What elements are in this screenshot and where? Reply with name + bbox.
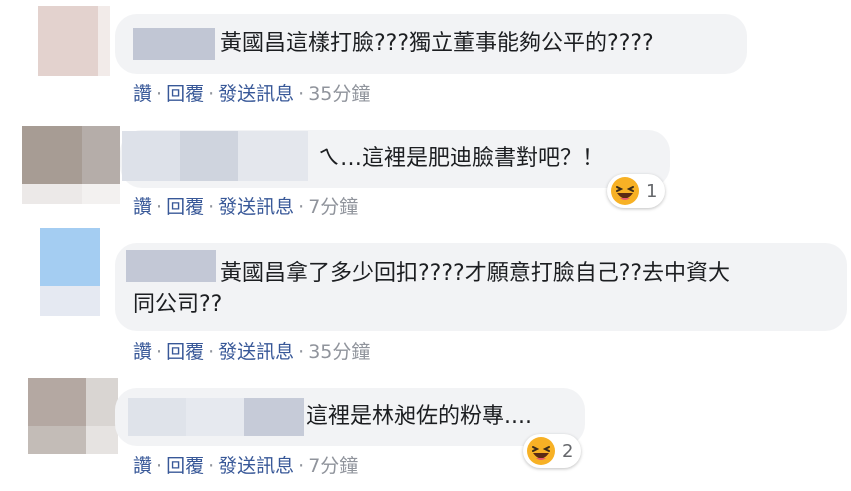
like-link[interactable]: 讚 xyxy=(133,455,152,477)
comment-actions: 讚 · 回覆 · 發送訊息 · 7分鐘 xyxy=(133,452,358,480)
comment-timestamp[interactable]: 7分鐘 xyxy=(308,455,358,477)
separator-dot: · xyxy=(208,455,215,477)
avatar[interactable] xyxy=(28,378,118,454)
send-message-link[interactable]: 發送訊息 xyxy=(218,455,294,477)
comment-item: 這裡是林昶佐的粉專.... 2 讚 · 回覆 · 發送訊息 · 7分鐘 xyxy=(0,0,851,491)
comment-text: 這裡是林昶佐的粉專.... xyxy=(306,404,532,429)
separator-dot: · xyxy=(156,455,163,477)
reply-link[interactable]: 回覆 xyxy=(166,455,204,477)
haha-emoji-icon xyxy=(527,437,555,465)
reaction-count: 2 xyxy=(562,440,574,462)
comment-thread: 黃國昌這樣打臉???獨立董事能夠公平的???? 讚 · 回覆 · 發送訊息 · 35分鐘 ㄟ… xyxy=(0,0,851,491)
commenter-name[interactable] xyxy=(128,398,304,436)
separator-dot: · xyxy=(298,455,305,477)
reaction-badge[interactable]: 2 xyxy=(523,434,582,468)
